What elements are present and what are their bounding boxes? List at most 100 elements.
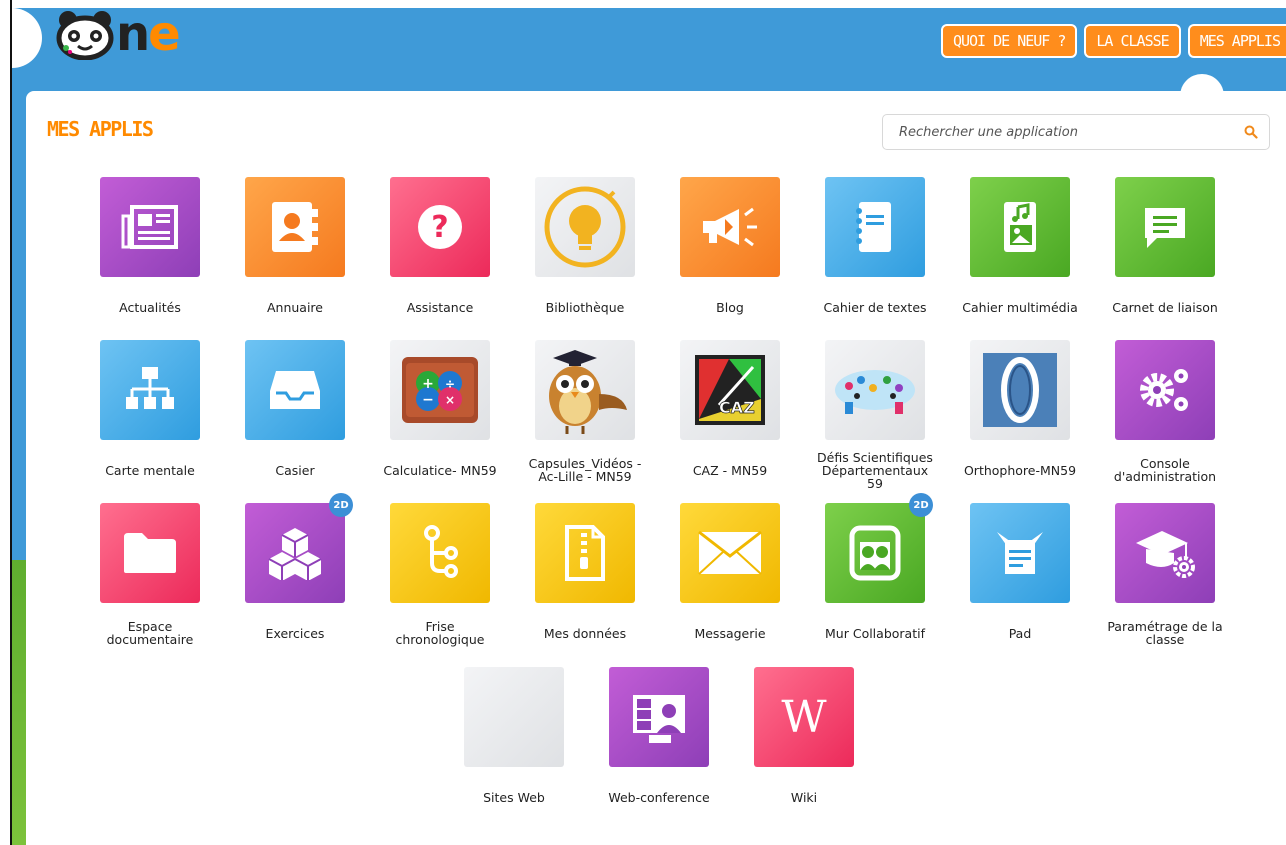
timeline-icon[interactable] [390,503,490,603]
message-icon[interactable] [1115,177,1215,277]
logo-letter-e: e [148,6,181,62]
webconference-icon[interactable] [609,667,709,767]
app-cahier-de-textes[interactable]: Cahier de textes [805,177,945,327]
app-pad[interactable]: Pad [950,503,1090,653]
mindmap-icon[interactable] [100,340,200,440]
svg-text:÷: ÷ [445,377,455,391]
app-label: Mes données [543,625,627,641]
nav-mes-applis[interactable]: MES APPLIS [1187,24,1286,58]
app-mur-collaboratif[interactable]: 2D Mur Collaboratif [805,493,945,653]
folder-icon[interactable] [100,503,200,603]
svg-text:W: W [781,692,827,742]
app-espace-documentaire[interactable]: Espace documentaire [80,503,220,653]
caz-icon[interactable]: CAZ [680,340,780,440]
app-annuaire[interactable]: Annuaire [225,177,365,327]
app-wiki[interactable]: W Wiki [734,667,874,817]
notebook-icon[interactable] [825,177,925,277]
app-web-conference[interactable]: Web-conference [589,667,729,817]
app-label: Pad [1008,625,1032,641]
nav-quoi-de-neuf[interactable]: QUOI DE NEUF ? [940,24,1078,58]
window-left-edge [0,0,12,845]
svg-text:?: ? [431,210,448,245]
app-assistance[interactable]: ? Assistance [370,177,510,327]
search-icon[interactable] [1243,124,1259,140]
zip-file-icon[interactable] [535,503,635,603]
app-blog[interactable]: Blog [660,177,800,327]
calculatice-brain-icon[interactable]: + ÷ − × [390,340,490,440]
app-orthophore[interactable]: Orthophore-MN59 [950,340,1090,490]
wikipedia-icon[interactable]: W [754,667,854,767]
app-carnet-de-liaison[interactable]: Carnet de liaison [1095,177,1235,327]
svg-text:+: + [422,376,434,392]
app-mes-donnees[interactable]: Mes données [515,503,655,653]
orthophore-icon[interactable] [970,340,1070,440]
app-casier[interactable]: Casier [225,340,365,490]
app-console-administration[interactable]: Console d'administration [1095,340,1235,490]
cloud-decoration [12,8,42,68]
search-input[interactable] [897,123,1243,141]
panda-logo-icon [56,11,114,60]
media-notebook-icon[interactable] [970,177,1070,277]
owl-icon[interactable] [535,340,635,440]
app-label: Console d'administration [1113,456,1217,484]
collab-wall-icon[interactable]: 2D [825,493,933,603]
logo-letter-n: n [116,6,150,62]
newspaper-icon[interactable] [100,177,200,277]
app-label: Espace documentaire [106,619,194,647]
app-label: Actualités [119,299,181,315]
app-label: Annuaire [266,299,323,315]
page-title: MES APPLIS [47,117,154,141]
app-label: Mur Collaboratif [825,625,925,641]
nav-la-classe[interactable]: LA CLASSE [1084,24,1181,58]
lightbulb-icon[interactable] [535,177,635,277]
app-label: Carte mentale [105,462,195,478]
app-label: Frise chronologique [395,619,485,647]
app-frise-chronologique[interactable]: Frise chronologique [370,503,510,653]
top-navigation: QUOI DE NEUF ? LA CLASSE MES APPLIS [940,24,1286,58]
pad-icon[interactable] [970,503,1070,603]
svg-text:×: × [445,393,455,407]
app-label: Assistance [406,299,474,315]
app-label: Wiki [790,789,818,805]
app-capsules-videos[interactable]: Capsules_Vidéos - Ac-Lille - MN59 [515,340,655,490]
app-sites-web[interactable]: Sites Web [444,667,584,817]
app-label: Cahier multimédia [962,299,1078,315]
app-label: CAZ - MN59 [692,462,768,478]
app-label: Défis Scientifiques Départementaux 59 [817,449,933,491]
svg-text:CAZ: CAZ [719,398,755,417]
app-messagerie[interactable]: Messagerie [660,503,800,653]
app-label: Carnet de liaison [1112,299,1218,315]
app-label: Web-conference [608,789,710,805]
app-label: Bibliothèque [545,299,625,315]
app-parametrage-classe[interactable]: Paramétrage de la classe [1095,503,1235,653]
app-label: Orthophore-MN59 [963,462,1077,478]
app-exercices[interactable]: 2D Exercices [225,493,365,653]
question-icon[interactable]: ? [390,177,490,277]
window-top-edge [12,0,1286,8]
blank-icon[interactable] [464,667,564,767]
science-cloud-icon[interactable] [825,340,925,440]
inbox-tray-icon[interactable] [245,340,345,440]
app-cahier-multimedia[interactable]: Cahier multimédia [950,177,1090,327]
graduation-cap-gear-icon[interactable] [1115,503,1215,603]
app-label: Capsules_Vidéos - Ac-Lille - MN59 [528,456,642,484]
app-label: Blog [716,299,744,315]
app-label: Paramétrage de la classe [1107,619,1223,647]
app-calculatice[interactable]: + ÷ − × Calculatice- MN59 [370,340,510,490]
app-search-box[interactable] [882,114,1270,150]
app-caz[interactable]: CAZ CAZ - MN59 [660,340,800,490]
cubes-icon[interactable]: 2D [245,493,353,603]
app-carte-mentale[interactable]: Carte mentale [80,340,220,490]
megaphone-icon[interactable] [680,177,780,277]
app-actualites[interactable]: Actualités [80,177,220,327]
badge-2d: 2D [329,493,353,517]
svg-text:−: − [422,392,434,408]
gears-icon[interactable] [1115,340,1215,440]
app-defis-scientifiques[interactable]: Défis Scientifiques Départementaux 59 [805,340,945,490]
contact-book-icon[interactable] [245,177,345,277]
envelope-icon[interactable] [680,503,780,603]
one-logo[interactable]: ne [54,6,181,62]
app-bibliotheque[interactable]: Bibliothèque [515,177,655,327]
badge-2d: 2D [909,493,933,517]
app-label: Calculatice- MN59 [383,462,497,478]
